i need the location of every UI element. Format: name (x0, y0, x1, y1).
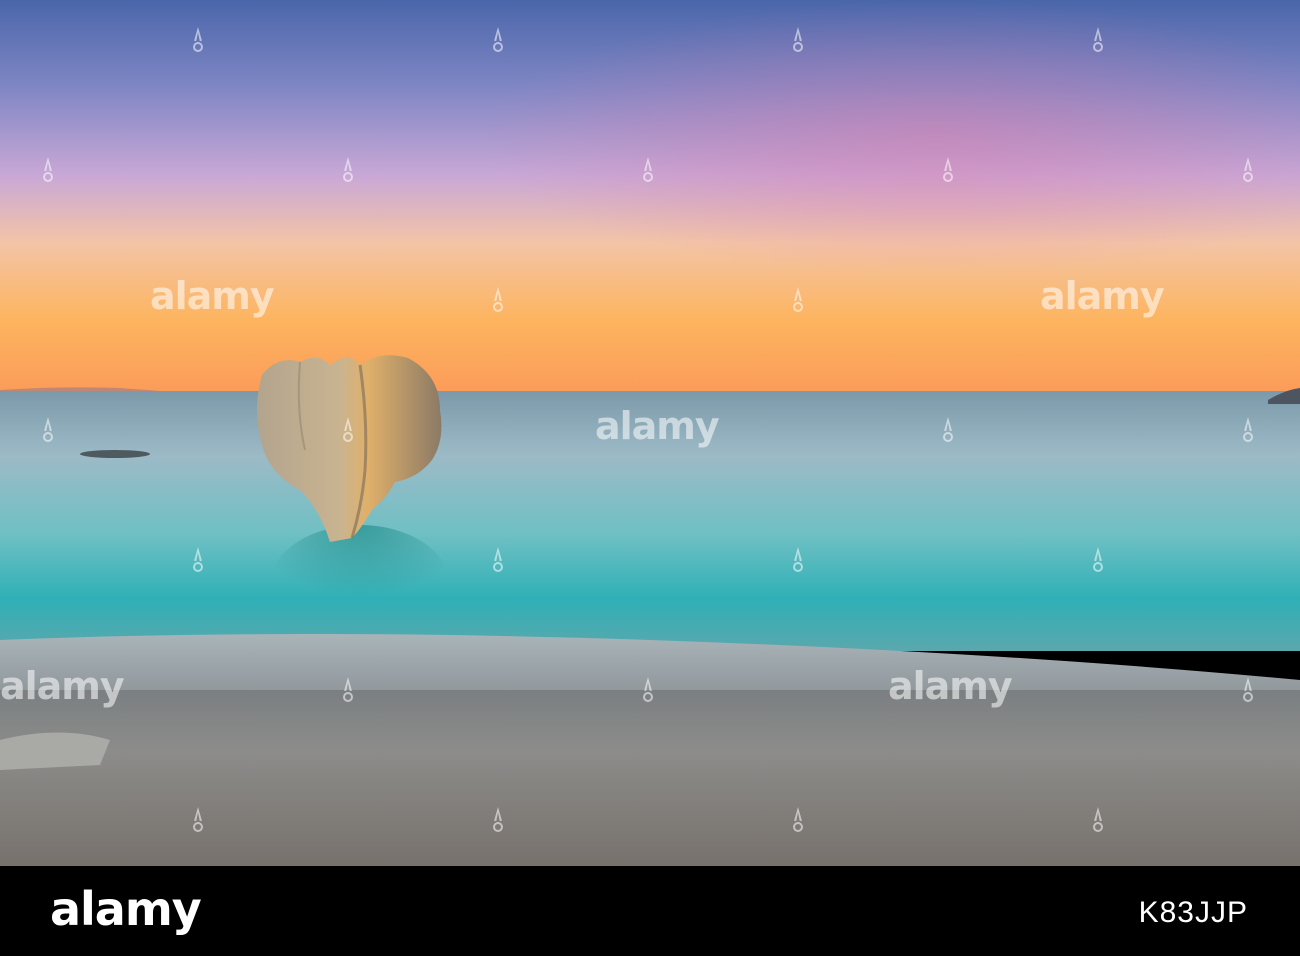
watermark-mark-icon (1241, 157, 1255, 183)
image-id: K83JJP (1138, 896, 1248, 929)
watermark-mark-icon (1241, 677, 1255, 703)
watermark-mark-icon (791, 27, 805, 53)
footer-bar: alamy K83JJP (0, 866, 1300, 956)
watermark-mark-icon (191, 807, 205, 833)
watermark-mark-icon (341, 677, 355, 703)
watermark-mark-icon (791, 807, 805, 833)
watermark-mark-icon (41, 417, 55, 443)
watermark-mark-icon (491, 547, 505, 573)
photo-stage: alamy alamy alamy alamy alamy alamy K83J… (0, 0, 1300, 956)
watermark-mark-icon (41, 157, 55, 183)
watermark-mark-icon (1091, 807, 1105, 833)
watermark-bottom-right: alamy (888, 664, 1013, 708)
watermark-mark-icon (491, 27, 505, 53)
watermark-mark-icon (1091, 547, 1105, 573)
watermark-mark-icon (341, 417, 355, 443)
watermark-mark-icon (641, 157, 655, 183)
watermark-mark-icon (341, 157, 355, 183)
watermark-mark-icon (641, 677, 655, 703)
watermark-mark-icon (491, 287, 505, 313)
watermark-top-left: alamy (150, 274, 275, 318)
alamy-logo: alamy (50, 882, 202, 936)
watermark-center: alamy (595, 404, 720, 448)
watermark-mark-icon (1091, 27, 1105, 53)
watermark-mark-icon (941, 417, 955, 443)
watermark-mark-icon (191, 547, 205, 573)
watermark-bottom-left: alamy (0, 664, 125, 708)
watermark-mark-icon (941, 157, 955, 183)
watermark-top-right: alamy (1040, 274, 1165, 318)
watermark-mark-icon (191, 27, 205, 53)
watermark-mark-icon (791, 547, 805, 573)
watermark-mark-icon (1241, 417, 1255, 443)
watermark-mark-icon (791, 287, 805, 313)
watermark-mark-icon (491, 807, 505, 833)
